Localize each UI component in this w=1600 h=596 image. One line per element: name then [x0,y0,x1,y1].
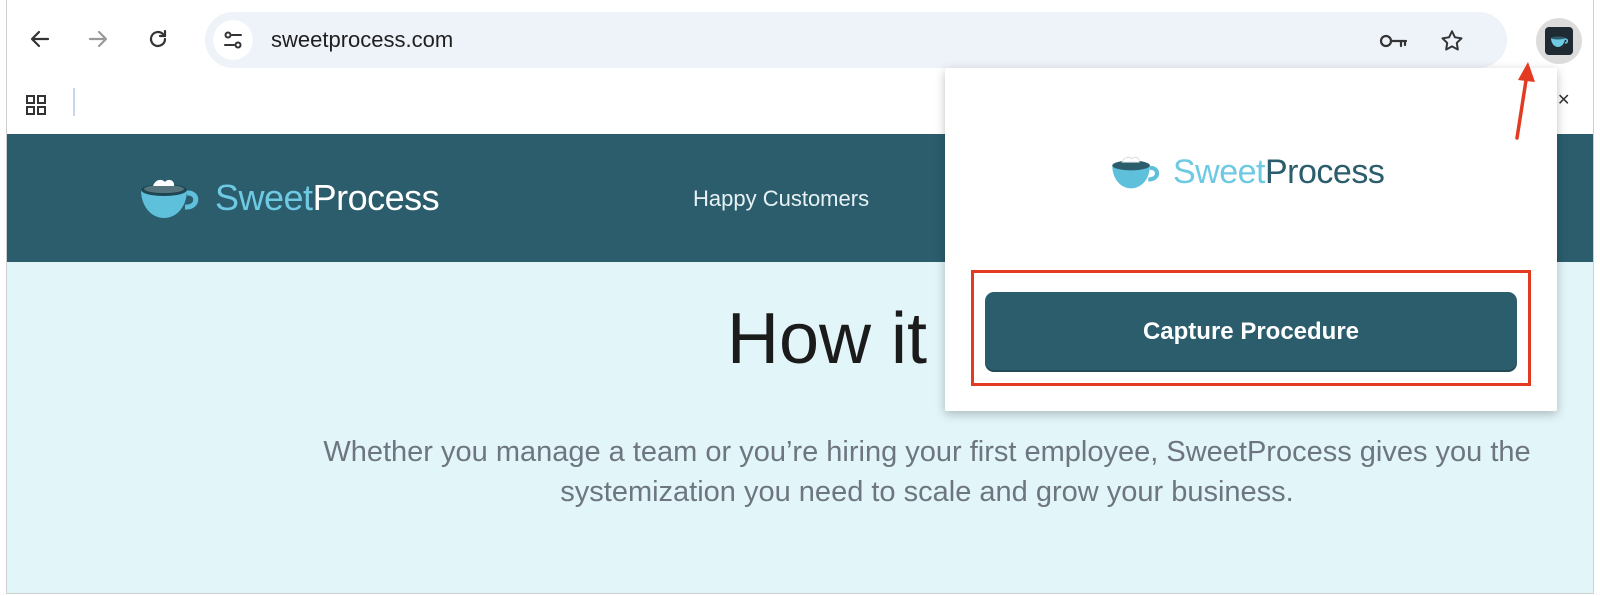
clipped-edge-glyph: ✕ [1557,92,1571,109]
sweetprocess-extension-icon [1545,27,1573,55]
popup-logo-sweet: Sweet [1173,152,1266,191]
capture-procedure-button[interactable]: Capture Procedure [985,292,1517,372]
logo-process: Process [312,177,440,218]
hero-subtitle: Whether you manage a team or you’re hiri… [323,436,1531,508]
apps-button[interactable] [21,90,51,120]
logo-sweet: Sweet [215,177,313,218]
browser-toolbar: sweetprocess.com [7,0,1593,78]
arrow-right-icon [88,30,108,48]
teacup-logo-icon [141,179,199,218]
browser-window: sweetprocess.com SweetProcess Happy Cust… [6,0,1594,594]
reload-icon [149,29,167,48]
star-icon [1441,30,1463,51]
forward-button[interactable] [81,22,115,56]
site-logo[interactable]: SweetProcess [137,174,440,222]
popup-logo: SweetProcess [1109,152,1385,192]
site-info-button[interactable] [213,20,253,60]
popup-logo-text: SweetProcess [1173,152,1385,192]
bookmark-button[interactable] [1437,26,1467,56]
nav-happy-customers[interactable]: Happy Customers [693,186,869,212]
site-logo-text: SweetProcess [215,177,440,219]
back-button[interactable] [23,22,57,56]
popup-logo-process: Process [1265,152,1385,191]
key-icon [1379,34,1408,48]
arrow-left-icon [30,30,50,48]
annotation-arrow-icon [1515,62,1535,140]
reload-button[interactable] [141,22,175,56]
url-text[interactable]: sweetprocess.com [271,27,453,53]
teacup-logo-icon [1112,156,1160,189]
tune-icon [224,31,242,49]
bookmarks-divider [73,88,75,116]
password-button[interactable] [1379,26,1409,56]
apps-grid-icon [26,95,46,115]
extension-popup: SweetProcess Capture Procedure [945,68,1557,411]
address-bar[interactable]: sweetprocess.com [205,12,1507,68]
